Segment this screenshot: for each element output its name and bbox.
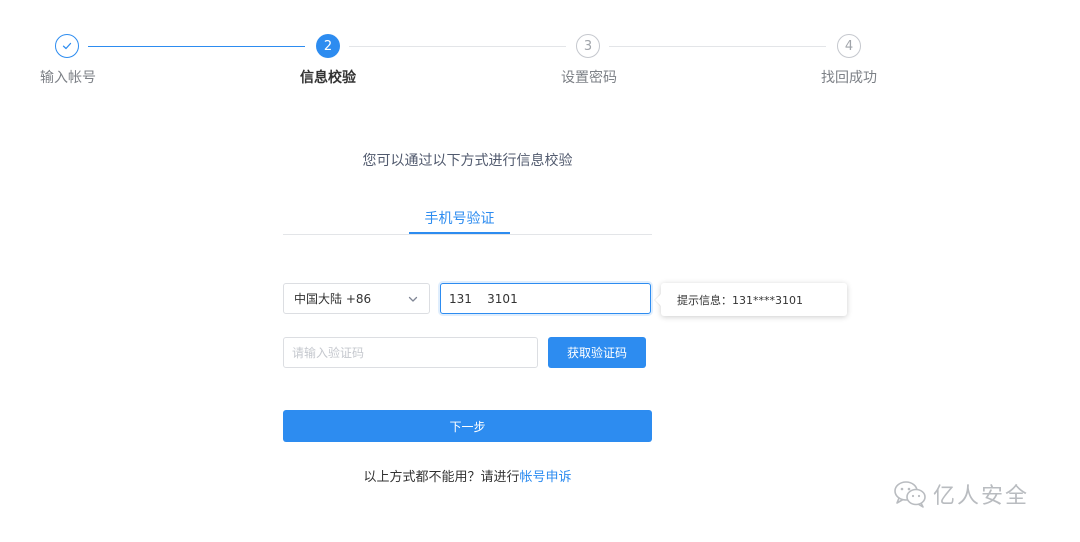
verification-code-input[interactable] — [283, 337, 538, 368]
step-1-check-icon — [55, 34, 79, 58]
region-select[interactable]: 中国大陆 +86 — [283, 283, 430, 314]
step-3-number: 3 — [576, 34, 600, 58]
watermark: 亿人安全 — [893, 478, 1029, 510]
hint-tooltip: 提示信息：131****3101 — [661, 283, 847, 316]
alternative-help-label: 以上方式都不能用？请进行 — [363, 470, 520, 485]
check-icon — [62, 42, 72, 50]
step-4-label: 找回成功 — [821, 70, 877, 86]
wechat-icon — [894, 481, 926, 508]
get-code-button[interactable]: 获取验证码 — [548, 337, 646, 368]
step-connector-2 — [349, 46, 566, 47]
tab-phone-verification[interactable]: 手机号验证 — [409, 208, 510, 228]
account-appeal-link[interactable]: 帐号申诉 — [520, 470, 572, 485]
step-2-number: 2 — [316, 34, 340, 58]
hint-tooltip-text: 提示信息：131****3101 — [677, 293, 803, 307]
page-subtitle: 您可以通过以下方式进行信息校验 — [362, 153, 573, 169]
step-2-label: 信息校验 — [300, 70, 356, 86]
chevron-down-icon — [408, 296, 418, 302]
phone-number-input[interactable] — [440, 283, 651, 314]
step-1-label: 输入帐号 — [40, 70, 96, 86]
step-connector-1 — [88, 46, 305, 47]
tab-bar-divider — [283, 234, 652, 235]
watermark-text: 亿人安全 — [933, 484, 1030, 509]
region-select-value: 中国大陆 +86 — [294, 292, 372, 306]
step-3-label: 设置密码 — [561, 70, 617, 86]
step-4-number: 4 — [837, 34, 861, 58]
tab-active-indicator — [409, 232, 510, 234]
next-step-button[interactable]: 下一步 — [283, 410, 652, 442]
step-connector-3 — [609, 46, 826, 47]
alternative-help-text: 以上方式都不能用？请进行帐号申诉 — [283, 466, 652, 485]
